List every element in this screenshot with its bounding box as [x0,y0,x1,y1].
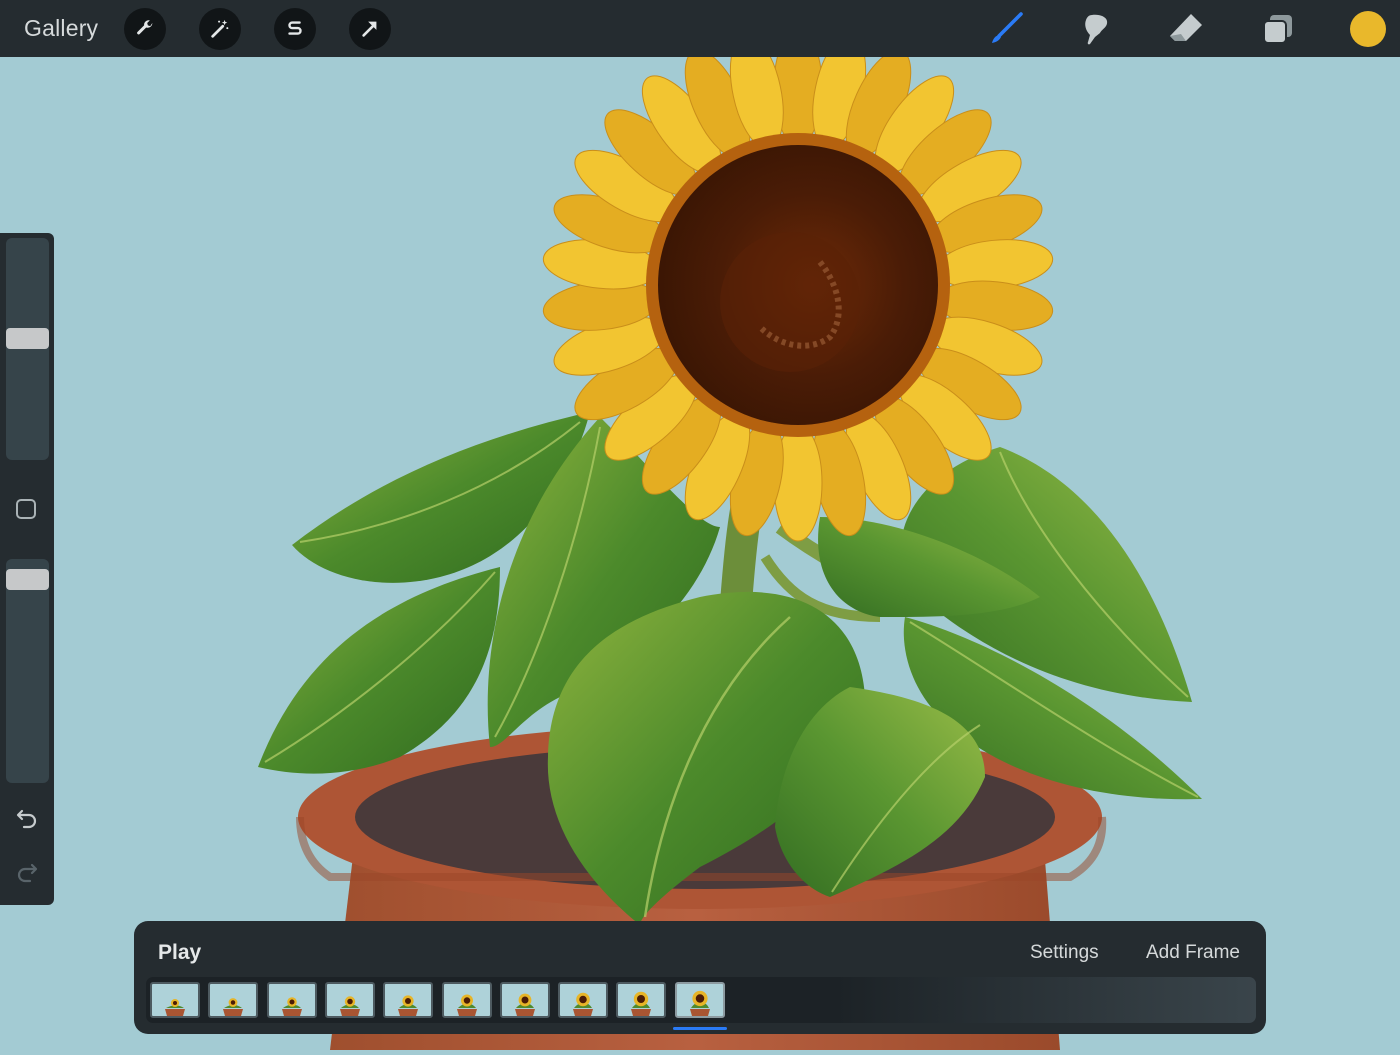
animation-assist-panel: Play Settings Add Frame [134,921,1266,1034]
play-button[interactable]: Play [158,941,201,965]
layers-button[interactable] [1258,9,1298,49]
redo-icon[interactable] [13,858,41,886]
brush-icon [992,12,1023,43]
animation-frame-thumbnail[interactable] [499,982,550,1018]
smudge-tool-button[interactable] [1076,9,1116,49]
animation-frame-thumbnail[interactable] [208,982,259,1018]
magic-wand-icon [211,19,229,38]
left-sidebar [0,233,54,905]
animation-frame-thumbnail[interactable] [324,982,375,1018]
gallery-button[interactable]: Gallery [24,15,98,42]
transform-button[interactable] [349,8,391,50]
smudge-icon [1085,14,1108,45]
settings-button[interactable]: Settings [1030,942,1099,964]
adjustments-button[interactable] [199,8,241,50]
eraser-tool-button[interactable] [1166,9,1206,49]
opacity-slider-thumb[interactable] [6,569,49,591]
animation-frame-thumbnail[interactable] [266,982,317,1018]
drawing-canvas[interactable] [0,28,1400,1050]
transform-arrow-icon [362,21,377,37]
top-toolbar: Gallery [0,0,1400,57]
animation-frame-thumbnail[interactable] [441,982,492,1018]
sunflower-artwork [258,28,1202,1050]
layers-icon [1263,15,1292,44]
paint-tool-button[interactable] [986,9,1026,49]
animation-frame-thumbnail[interactable] [383,982,434,1018]
animation-frame-thumbnail[interactable] [150,982,200,1018]
undo-icon[interactable] [13,804,41,832]
actions-button[interactable] [124,8,166,50]
animation-frame-thumbnail[interactable] [674,982,725,1018]
frame-timeline[interactable] [146,977,1256,1030]
active-frame-indicator [672,1027,727,1030]
animation-frame-thumbnail[interactable] [558,982,609,1018]
opacity-slider[interactable] [6,559,49,783]
selection-s-icon [288,21,302,35]
selection-button[interactable] [274,8,316,50]
animation-frame-thumbnail[interactable] [616,982,667,1018]
wrench-icon [137,20,153,35]
color-picker-swatch[interactable] [1350,11,1386,47]
add-frame-button[interactable]: Add Frame [1146,942,1240,964]
eraser-icon [1170,14,1202,41]
modify-square-icon[interactable] [16,499,36,519]
brush-size-slider-thumb[interactable] [6,328,49,350]
